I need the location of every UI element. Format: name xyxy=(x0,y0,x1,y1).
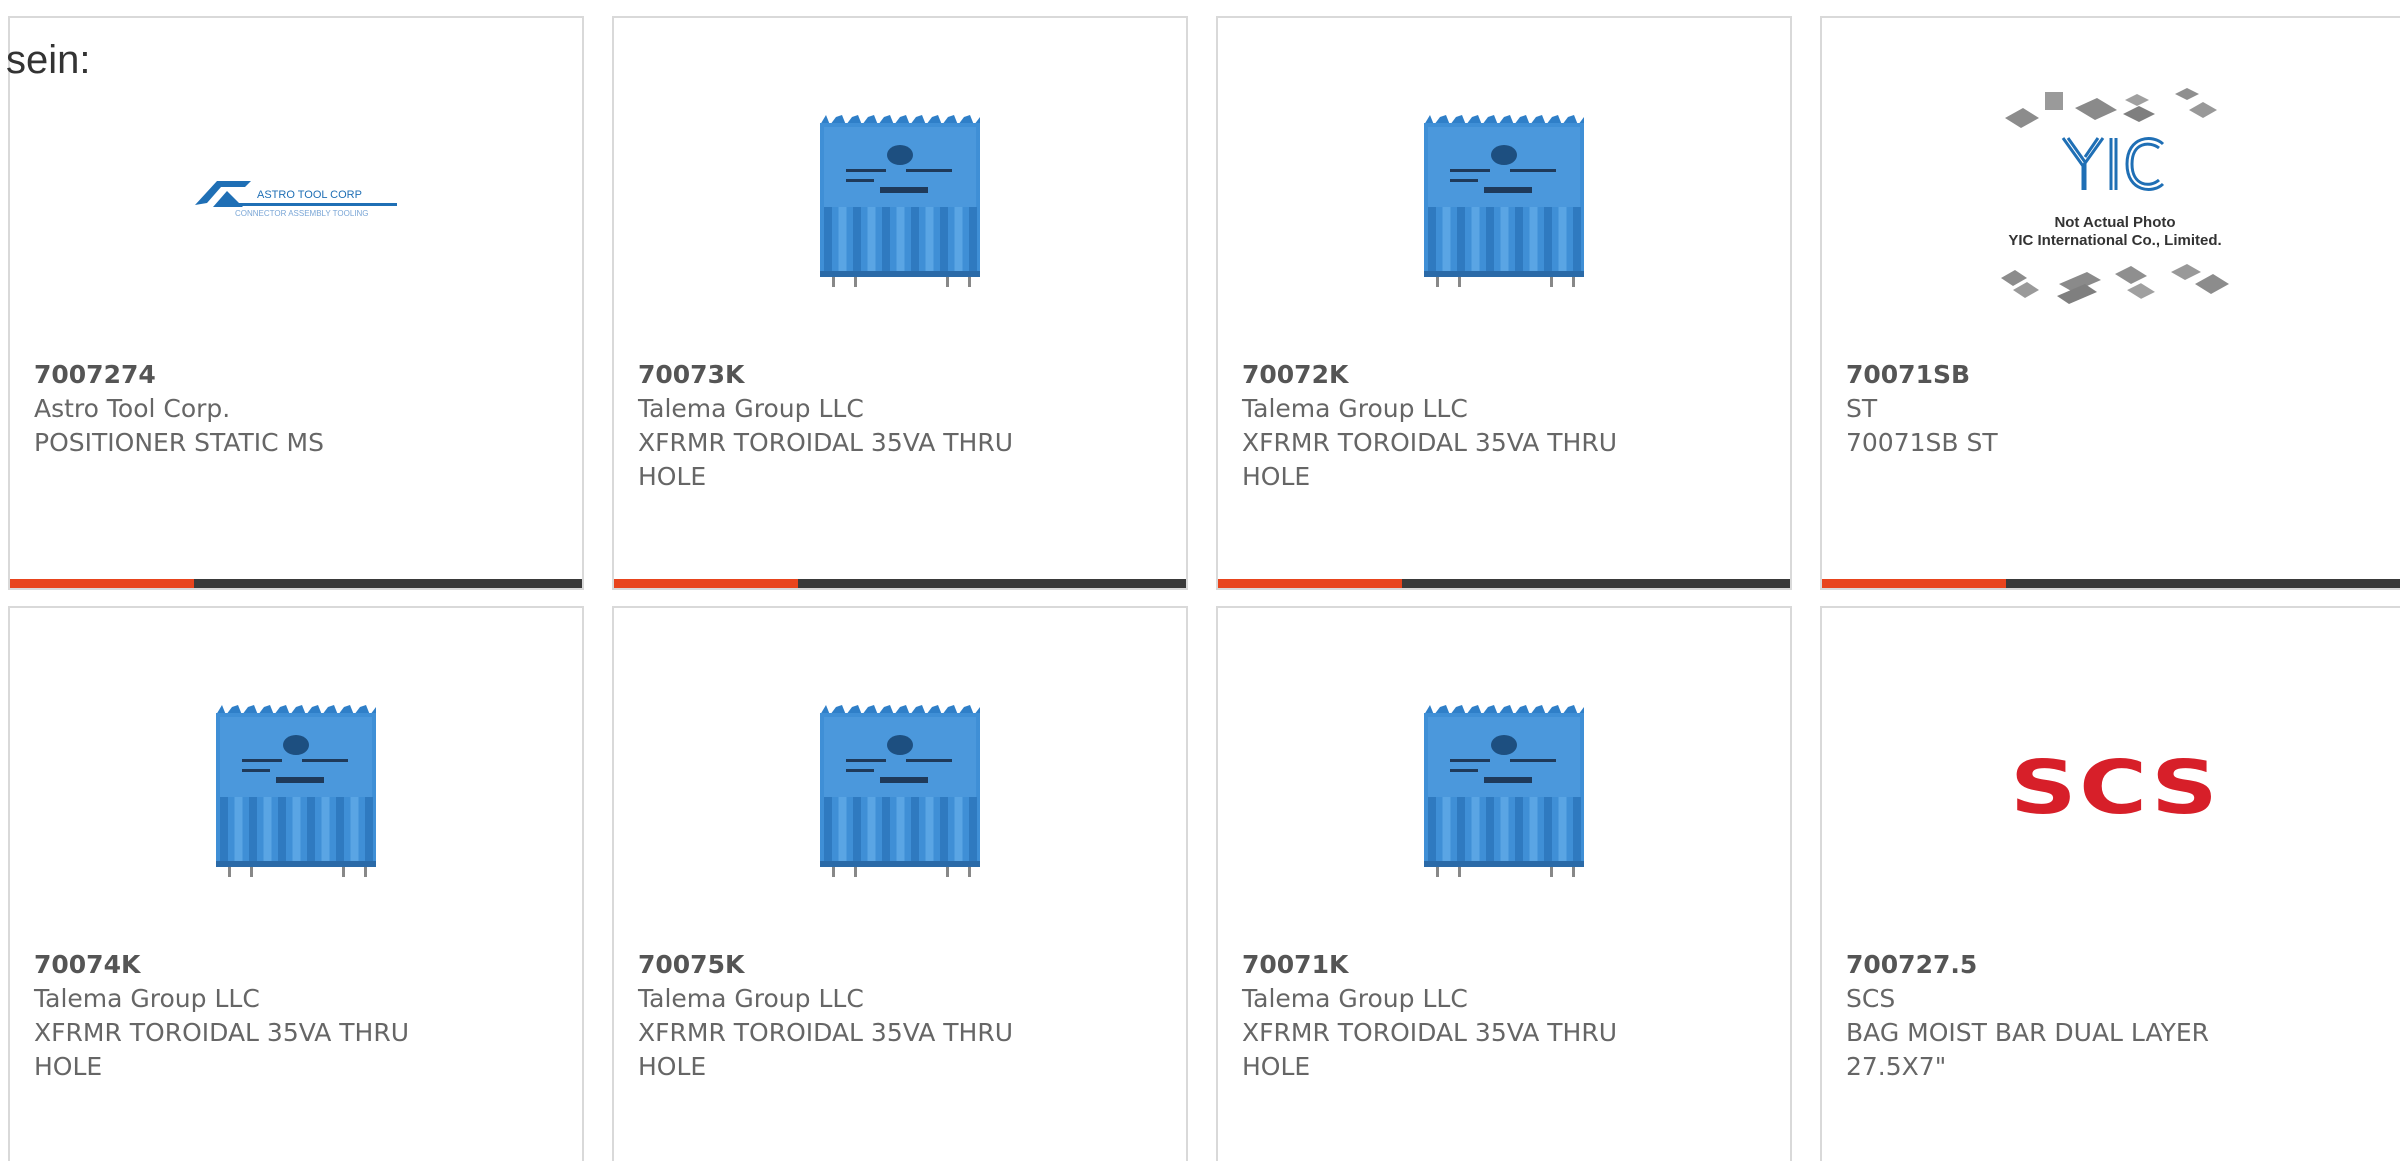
product-info: 70072K Talema Group LLC XFRMR TOROIDAL 3… xyxy=(1242,358,1766,494)
part-number[interactable]: 70071K xyxy=(1242,948,1766,982)
product-card[interactable]: 70073K Talema Group LLC XFRMR TOROIDAL 3… xyxy=(612,16,1188,590)
product-image[interactable] xyxy=(614,668,1186,908)
part-number[interactable]: 70075K xyxy=(638,948,1162,982)
product-description: BAG MOIST BAR DUAL LAYER 27.5X7" xyxy=(1846,1018,2210,1081)
card-footer-accent xyxy=(10,579,194,588)
manufacturer: Talema Group LLC xyxy=(1242,394,1468,423)
toroidal-transformer-icon xyxy=(820,705,980,877)
svg-text:CONNECTOR ASSEMBLY TOOLING: CONNECTOR ASSEMBLY TOOLING xyxy=(235,209,369,218)
manufacturer: SCS xyxy=(1846,984,1896,1013)
product-description: XFRMR TOROIDAL 35VA THRU HOLE xyxy=(1242,428,1618,491)
product-card[interactable]: ASTRO TOOL CORP CONNECTOR ASSEMBLY TOOLI… xyxy=(8,16,584,590)
product-image[interactable] xyxy=(1218,668,1790,908)
product-image[interactable] xyxy=(1218,78,1790,318)
card-footer-accent xyxy=(1218,579,1402,588)
card-footer-bar xyxy=(1218,579,1790,588)
product-description: 70071SB ST xyxy=(1846,428,1998,457)
card-footer-bar xyxy=(614,579,1186,588)
product-card[interactable]: SCS 700727.5 SCS BAG MOIST BAR DUAL LAYE… xyxy=(1820,606,2400,1161)
product-info: 70071K Talema Group LLC XFRMR TOROIDAL 3… xyxy=(1242,948,1766,1084)
manufacturer: ST xyxy=(1846,394,1878,423)
placeholder-company: YIC International Co., Limited. xyxy=(2008,232,2222,249)
manufacturer: Astro Tool Corp. xyxy=(34,394,231,423)
product-card[interactable]: 70072K Talema Group LLC XFRMR TOROIDAL 3… xyxy=(1216,16,1792,590)
page: sein: ASTRO TOOL CORP CONNECTOR ASSEMBLY… xyxy=(0,0,2400,1161)
product-description: POSITIONER STATIC MS xyxy=(34,428,324,457)
chip-packages-icon xyxy=(2001,88,2229,304)
product-info: 70075K Talema Group LLC XFRMR TOROIDAL 3… xyxy=(638,948,1162,1084)
product-description: XFRMR TOROIDAL 35VA THRU HOLE xyxy=(34,1018,410,1081)
product-grid: ASTRO TOOL CORP CONNECTOR ASSEMBLY TOOLI… xyxy=(8,16,2400,1161)
manufacturer: Talema Group LLC xyxy=(638,984,864,1013)
product-info: 700727.5 SCS BAG MOIST BAR DUAL LAYER 27… xyxy=(1846,948,2384,1084)
product-description: XFRMR TOROIDAL 35VA THRU HOLE xyxy=(638,428,1014,491)
toroidal-transformer-icon xyxy=(1424,115,1584,287)
manufacturer: Talema Group LLC xyxy=(1242,984,1468,1013)
product-description: XFRMR TOROIDAL 35VA THRU HOLE xyxy=(638,1018,1014,1081)
placeholder-note: Not Actual Photo xyxy=(2054,214,2176,231)
part-number[interactable]: 7007274 xyxy=(34,358,558,392)
manufacturer: Talema Group LLC xyxy=(638,394,864,423)
product-image[interactable]: Not Actual Photo YIC International Co., … xyxy=(1822,78,2400,318)
toroidal-transformer-icon xyxy=(820,115,980,287)
product-image[interactable] xyxy=(10,668,582,908)
scs-logo: SCS xyxy=(2009,745,2221,831)
product-card[interactable]: 70074K Talema Group LLC XFRMR TOROIDAL 3… xyxy=(8,606,584,1161)
product-card[interactable]: 70075K Talema Group LLC XFRMR TOROIDAL 3… xyxy=(612,606,1188,1161)
product-description: XFRMR TOROIDAL 35VA THRU HOLE xyxy=(1242,1018,1618,1081)
product-info: 70071SB ST 70071SB ST xyxy=(1846,358,2384,460)
product-card[interactable]: 70071K Talema Group LLC XFRMR TOROIDAL 3… xyxy=(1216,606,1792,1161)
part-number[interactable]: 70071SB xyxy=(1846,358,2384,392)
product-card[interactable]: Not Actual Photo YIC International Co., … xyxy=(1820,16,2400,590)
product-image[interactable]: ASTRO TOOL CORP CONNECTOR ASSEMBLY TOOLI… xyxy=(10,78,582,318)
part-number[interactable]: 70073K xyxy=(638,358,1162,392)
card-footer-accent xyxy=(614,579,798,588)
toroidal-transformer-icon xyxy=(216,705,376,877)
yic-placeholder-image: Not Actual Photo YIC International Co., … xyxy=(1975,78,2255,318)
card-footer-bar xyxy=(10,579,582,588)
section-heading-fragment: sein: xyxy=(6,38,91,82)
svg-text:ASTRO TOOL CORP: ASTRO TOOL CORP xyxy=(257,189,362,201)
part-number[interactable]: 70072K xyxy=(1242,358,1766,392)
part-number[interactable]: 70074K xyxy=(34,948,558,982)
manufacturer: Talema Group LLC xyxy=(34,984,260,1013)
product-info: 70074K Talema Group LLC XFRMR TOROIDAL 3… xyxy=(34,948,558,1084)
astro-tool-logo: ASTRO TOOL CORP CONNECTOR ASSEMBLY TOOLI… xyxy=(191,173,401,223)
part-number[interactable]: 700727.5 xyxy=(1846,948,2384,982)
card-footer-accent xyxy=(1822,579,2006,588)
card-footer-bar xyxy=(1822,579,2400,588)
product-info: 70073K Talema Group LLC XFRMR TOROIDAL 3… xyxy=(638,358,1162,494)
product-image[interactable] xyxy=(614,78,1186,318)
astro-triangle-icon: ASTRO TOOL CORP CONNECTOR ASSEMBLY TOOLI… xyxy=(195,181,397,218)
product-info: 7007274 Astro Tool Corp. POSITIONER STAT… xyxy=(34,358,558,460)
product-image[interactable]: SCS xyxy=(1822,668,2400,908)
toroidal-transformer-icon xyxy=(1424,705,1584,877)
